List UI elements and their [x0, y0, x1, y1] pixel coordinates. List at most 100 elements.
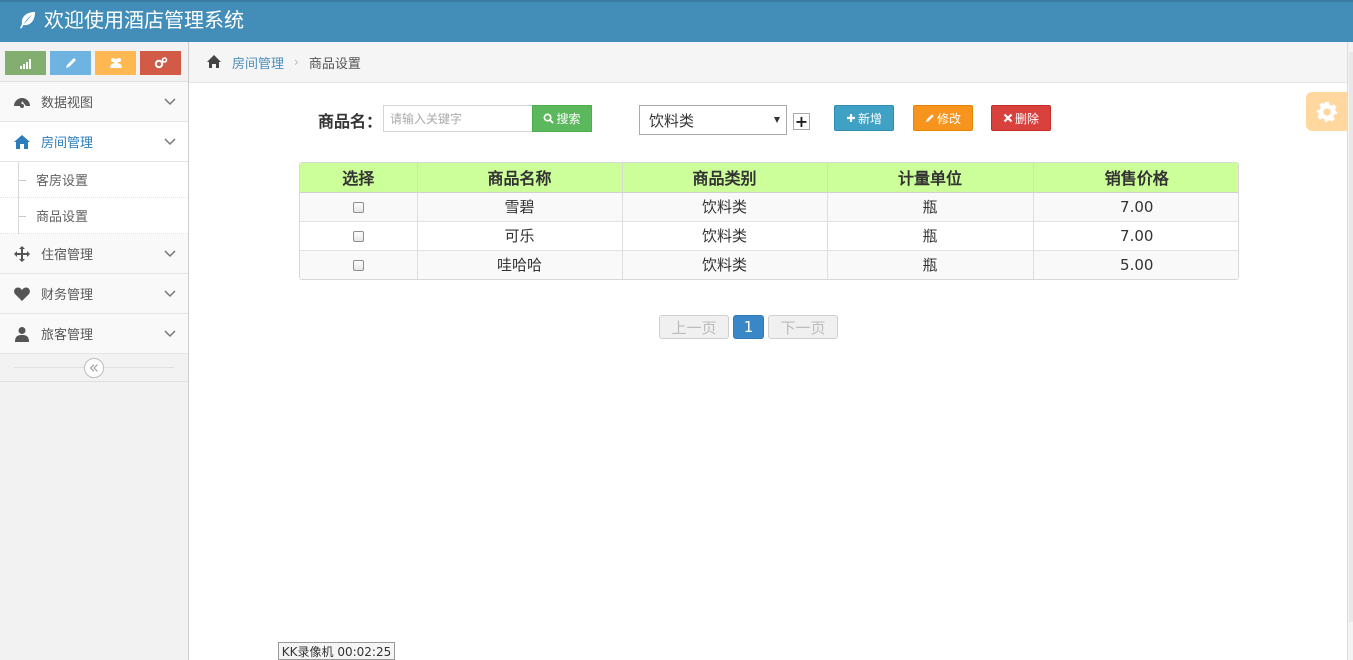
sidebar-item-lodging-management[interactable]: 住宿管理: [0, 234, 188, 274]
search-input[interactable]: [383, 105, 533, 132]
shortcut-users-button[interactable]: [95, 51, 136, 75]
sidebar-subitem-goods-settings[interactable]: 商品设置: [0, 198, 188, 234]
close-icon: [1003, 113, 1013, 123]
page-number-button[interactable]: 1: [733, 315, 764, 339]
sidebar-item-room-management[interactable]: 房间管理: [0, 122, 188, 162]
row-select-cell: [300, 221, 418, 251]
sidebar-item-label: 财务管理: [41, 288, 94, 303]
cell-unit: 瓶: [827, 192, 1034, 222]
add-button[interactable]: 新增: [834, 105, 894, 131]
cell-name: 哇哈哈: [417, 250, 623, 279]
cell-price: 7.00: [1033, 221, 1238, 251]
home-icon: [12, 132, 32, 152]
cell-price: 5.00: [1033, 250, 1238, 279]
chevron-down-icon: [164, 250, 176, 258]
shortcut-signal-button[interactable]: [5, 51, 46, 75]
chevron-down-icon: [164, 138, 176, 146]
table-row[interactable]: 哇哈哈 饮料类 瓶 5.00: [300, 250, 1238, 279]
plus-icon: +: [794, 111, 809, 131]
cell-unit: 瓶: [827, 250, 1034, 279]
goods-table: 选择 商品名称 商品类别 计量单位 销售价格 雪碧 饮料类 瓶 7.00 可乐 …: [299, 162, 1239, 280]
leaf-icon: [20, 12, 35, 29]
search-button-label: 搜索: [556, 112, 581, 126]
cell-name: 雪碧: [417, 192, 623, 222]
add-button-label: 新增: [857, 111, 882, 126]
shortcut-pencil-button[interactable]: [50, 51, 91, 75]
chevron-down-icon: [164, 330, 176, 338]
pencil-icon: [65, 58, 76, 68]
scrollbar-thumb[interactable]: [1349, 52, 1353, 622]
sidebar-shortcuts: [0, 42, 188, 82]
move-icon: [12, 244, 32, 264]
sidebar-item-label: 住宿管理: [41, 248, 94, 263]
column-header-price[interactable]: 销售价格: [1033, 163, 1238, 193]
signal-icon: [19, 59, 31, 69]
sidebar-item-label: 旅客管理: [41, 328, 94, 343]
column-header-category[interactable]: 商品类别: [622, 163, 828, 193]
delete-button-label: 删除: [1014, 111, 1039, 126]
sidebar-item-finance-management[interactable]: 财务管理: [0, 274, 188, 314]
chevron-right-icon: ›: [294, 55, 299, 69]
app-title: 欢迎使用酒店管理系统: [44, 8, 244, 32]
cogs-icon: [154, 57, 167, 69]
row-checkbox[interactable]: [352, 230, 364, 242]
row-select-cell: [300, 192, 418, 222]
edit-button-label: 修改: [936, 111, 961, 126]
row-select-cell: [300, 250, 418, 279]
search-button[interactable]: 搜索: [532, 105, 592, 132]
breadcrumb-current: 商品设置: [308, 56, 361, 72]
next-page-button[interactable]: 下一页: [768, 315, 838, 339]
app-brand[interactable]: 欢迎使用酒店管理系统: [18, 7, 244, 33]
row-checkbox[interactable]: [352, 259, 364, 271]
sidebar-item-data-view[interactable]: 数据视图: [0, 82, 188, 122]
category-select[interactable]: 饮料类: [639, 105, 787, 135]
search-icon: [544, 113, 555, 124]
sidebar-item-label: 数据视图: [41, 96, 94, 111]
sidebar-item-guest-management[interactable]: 旅客管理: [0, 314, 188, 354]
table-row[interactable]: 可乐 饮料类 瓶 7.00: [300, 221, 1238, 251]
top-navbar: 欢迎使用酒店管理系统: [0, 0, 1353, 42]
column-header-name[interactable]: 商品名称: [417, 163, 623, 193]
gear-icon: [1316, 101, 1338, 122]
plus-icon: [846, 114, 855, 122]
pencil-icon: [925, 114, 934, 122]
cell-category: 饮料类: [622, 192, 828, 222]
sidebar-subitem-label: 商品设置: [36, 210, 89, 225]
scrollbar[interactable]: [1347, 42, 1353, 660]
add-category-button[interactable]: +: [793, 113, 810, 130]
table-row[interactable]: 雪碧 饮料类 瓶 7.00: [300, 192, 1238, 222]
shortcut-cogs-button[interactable]: [140, 51, 181, 75]
chevron-down-icon: [164, 98, 176, 106]
goods-name-label: 商品名：: [318, 112, 383, 131]
prev-page-button[interactable]: 上一页: [659, 315, 729, 339]
edit-button[interactable]: 修改: [913, 105, 973, 131]
sidebar: 数据视图 房间管理 客房设置 商品设置 住宿管理 财务管理 旅客管理: [0, 42, 189, 660]
column-header-select: 选择: [300, 163, 418, 193]
cell-price: 7.00: [1033, 192, 1238, 222]
sidebar-item-label: 房间管理: [41, 136, 94, 151]
breadcrumb-parent-link[interactable]: 房间管理: [232, 53, 284, 72]
cell-category: 饮料类: [622, 221, 828, 251]
heart-icon: [12, 284, 32, 304]
row-checkbox[interactable]: [352, 201, 364, 213]
delete-button[interactable]: 删除: [991, 105, 1051, 131]
ace-settings-button[interactable]: [1306, 92, 1348, 131]
category-select-value: 饮料类: [649, 111, 695, 130]
sidebar-subitem-label: 客房设置: [36, 174, 89, 189]
column-header-unit[interactable]: 计量单位: [827, 163, 1034, 193]
user-icon: [12, 324, 32, 344]
users-icon: [109, 58, 122, 68]
home-icon[interactable]: [206, 54, 222, 70]
dashboard-icon: [12, 92, 32, 112]
double-chevron-left-icon: [89, 364, 98, 372]
breadcrumb: 房间管理 › 商品设置: [189, 42, 1347, 83]
cell-unit: 瓶: [827, 221, 1034, 251]
table-header-row: 选择 商品名称 商品类别 计量单位 销售价格: [300, 163, 1238, 193]
sidebar-collapse-button[interactable]: [84, 358, 104, 378]
sidebar-subitem-room-settings[interactable]: 客房设置: [0, 162, 188, 198]
cell-category: 饮料类: [622, 250, 828, 279]
recorder-overlay: KK录像机 00:02:25: [278, 642, 395, 660]
chevron-down-icon: [164, 290, 176, 298]
cell-name: 可乐: [417, 221, 623, 251]
sidebar-collapse-bar: [0, 354, 188, 382]
